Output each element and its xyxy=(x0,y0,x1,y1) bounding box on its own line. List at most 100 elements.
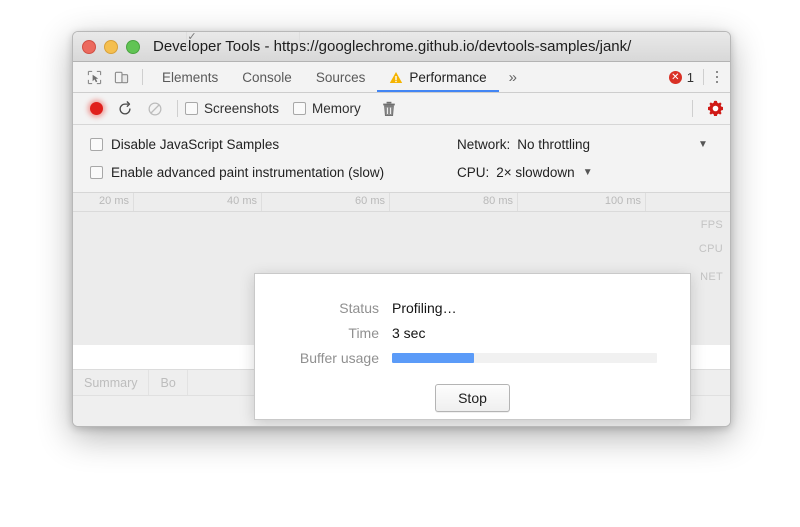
ruler-tick-label: 80 ms xyxy=(483,195,513,207)
clear-icon xyxy=(148,102,162,115)
advanced-paint-checkbox[interactable] xyxy=(90,165,103,179)
controls-divider-right xyxy=(692,100,693,117)
tab-console-label: Console xyxy=(242,69,292,85)
tab-performance[interactable]: Performance xyxy=(377,62,499,92)
ruler-tick-label: 60 ms xyxy=(355,195,385,207)
tab-performance-label: Performance xyxy=(409,69,487,85)
chevron-down-icon: ▼ xyxy=(698,138,708,150)
checkmark-icon xyxy=(299,32,301,50)
dialog-row-status: Status Profiling… xyxy=(255,296,690,319)
clear-all-button[interactable] xyxy=(375,101,403,117)
bottom-tab-summary-label: Summary xyxy=(84,375,138,390)
close-window-button[interactable] xyxy=(82,39,96,54)
controls-divider xyxy=(177,100,178,117)
settings-button[interactable] xyxy=(700,100,730,117)
tab-sources[interactable]: Sources xyxy=(304,62,378,92)
error-circle-icon: ✕ xyxy=(668,70,682,84)
timeline-ruler: 20 ms 40 ms 60 ms 80 ms 100 ms xyxy=(73,193,730,212)
reload-and-record-button[interactable] xyxy=(110,100,140,117)
device-toolbar-icon xyxy=(114,71,129,83)
error-count-label: 1 xyxy=(686,69,694,85)
option-row-cpu: Enable advanced paint instrumentation (s… xyxy=(73,158,730,186)
tab-bar-divider xyxy=(142,69,143,85)
ruler-tick: 80 ms xyxy=(483,193,518,211)
ruler-tick-label: 40 ms xyxy=(227,195,257,207)
cpu-label: CPU: xyxy=(457,164,490,180)
screenshots-checkbox[interactable]: ✓ xyxy=(185,32,198,115)
minimize-window-button[interactable] xyxy=(104,39,118,54)
lane-label-cpu: CPU xyxy=(698,243,723,255)
vertical-dots-icon xyxy=(715,80,719,84)
stop-button[interactable]: Stop xyxy=(435,384,510,412)
device-toolbar-button[interactable] xyxy=(108,62,135,92)
tab-elements-label: Elements xyxy=(162,69,219,85)
network-throttling-control[interactable]: Network: No throttling ▼ xyxy=(457,137,730,152)
lane-label-fps: FPS xyxy=(700,219,723,231)
disable-js-samples-item[interactable]: Disable JavaScript Samples xyxy=(90,137,457,152)
dialog-actions: Stop xyxy=(255,384,690,412)
capture-settings-area: Disable JavaScript Samples Network: No t… xyxy=(73,125,730,193)
devtools-window: Developer Tools - https://googlechrome.g… xyxy=(72,31,731,427)
vertical-dots-icon xyxy=(715,75,719,79)
memory-label: Memory xyxy=(312,101,361,116)
dialog-row-buffer: Buffer usage xyxy=(255,346,690,369)
profiling-dialog: Status Profiling… Time 3 sec Buffer usag… xyxy=(254,273,691,420)
memory-checkbox[interactable] xyxy=(293,32,307,115)
time-value: 3 sec xyxy=(392,324,426,341)
buffer-usage-fill xyxy=(392,352,475,363)
disable-js-samples-label: Disable JavaScript Samples xyxy=(111,136,280,152)
buffer-usage-progressbar xyxy=(392,352,657,363)
traffic-lights xyxy=(82,39,140,54)
screenshots-label: Screenshots xyxy=(204,101,280,116)
inspect-element-button[interactable] xyxy=(81,62,108,92)
panel-tab-bar: Elements Console Sources Performance » ✕… xyxy=(73,62,730,93)
settings-gear-icon xyxy=(707,100,723,116)
overflow-menu-button[interactable] xyxy=(704,62,730,92)
ruler-tick: 100 ms xyxy=(605,193,646,211)
bottom-tab-bottom-up[interactable]: Bo xyxy=(149,370,188,395)
status-label: Status xyxy=(339,299,379,316)
option-row-network: Disable JavaScript Samples Network: No t… xyxy=(73,130,730,158)
buffer-usage-label: Buffer usage xyxy=(299,349,379,366)
clear-recording-button[interactable] xyxy=(140,101,170,117)
chevron-down-icon: ▼ xyxy=(582,166,593,178)
screenshots-checkbox-item[interactable]: ✓ Screenshots xyxy=(185,32,280,116)
network-label: Network: xyxy=(457,136,511,152)
network-value: No throttling xyxy=(517,136,591,152)
memory-checkbox-item[interactable]: Memory xyxy=(293,32,361,116)
time-label: Time xyxy=(348,324,379,341)
reload-icon xyxy=(119,100,131,115)
ruler-tick-label: 20 ms xyxy=(99,195,129,207)
more-tabs-chevron-icon: » xyxy=(508,68,517,86)
tab-elements[interactable]: Elements xyxy=(150,62,230,92)
cpu-value: 2× slowdown xyxy=(496,164,575,180)
disable-js-samples-checkbox[interactable] xyxy=(90,137,103,151)
record-icon xyxy=(89,102,103,115)
advanced-paint-item[interactable]: Enable advanced paint instrumentation (s… xyxy=(90,165,457,180)
tab-bar-spacer xyxy=(527,62,669,92)
dialog-row-time: Time 3 sec xyxy=(255,321,690,344)
ruler-tick: 20 ms xyxy=(99,193,134,211)
more-tabs-button[interactable]: » xyxy=(499,62,527,92)
advanced-paint-label: Enable advanced paint instrumentation (s… xyxy=(111,164,385,180)
bottom-tab-summary[interactable]: Summary xyxy=(73,370,150,395)
ruler-tick-label: 100 ms xyxy=(604,195,641,207)
bottom-tab-bottom-up-label: Bo xyxy=(160,375,176,390)
window-title: Developer Tools - https://googlechrome.g… xyxy=(153,38,632,55)
inspect-cursor-icon xyxy=(87,70,102,84)
checkmark-icon: ✓ xyxy=(186,32,197,50)
maximize-window-button[interactable] xyxy=(126,39,140,54)
tab-sources-label: Sources xyxy=(315,69,366,85)
cpu-throttling-control[interactable]: CPU: 2× slowdown ▼ xyxy=(457,165,730,180)
error-badge[interactable]: ✕ 1 xyxy=(668,62,703,92)
recording-controls-bar: ✓ Screenshots Memory xyxy=(73,32,730,125)
trash-icon xyxy=(383,101,395,116)
ruler-tick: 60 ms xyxy=(355,193,390,211)
title-bar: Developer Tools - https://googlechrome.g… xyxy=(73,32,730,62)
record-button[interactable] xyxy=(82,102,110,115)
status-value: Profiling… xyxy=(392,299,457,316)
vertical-dots-icon xyxy=(715,70,719,74)
warning-triangle-icon xyxy=(389,71,403,84)
lane-label-net: NET xyxy=(700,271,723,283)
tab-console[interactable]: Console xyxy=(230,62,304,92)
